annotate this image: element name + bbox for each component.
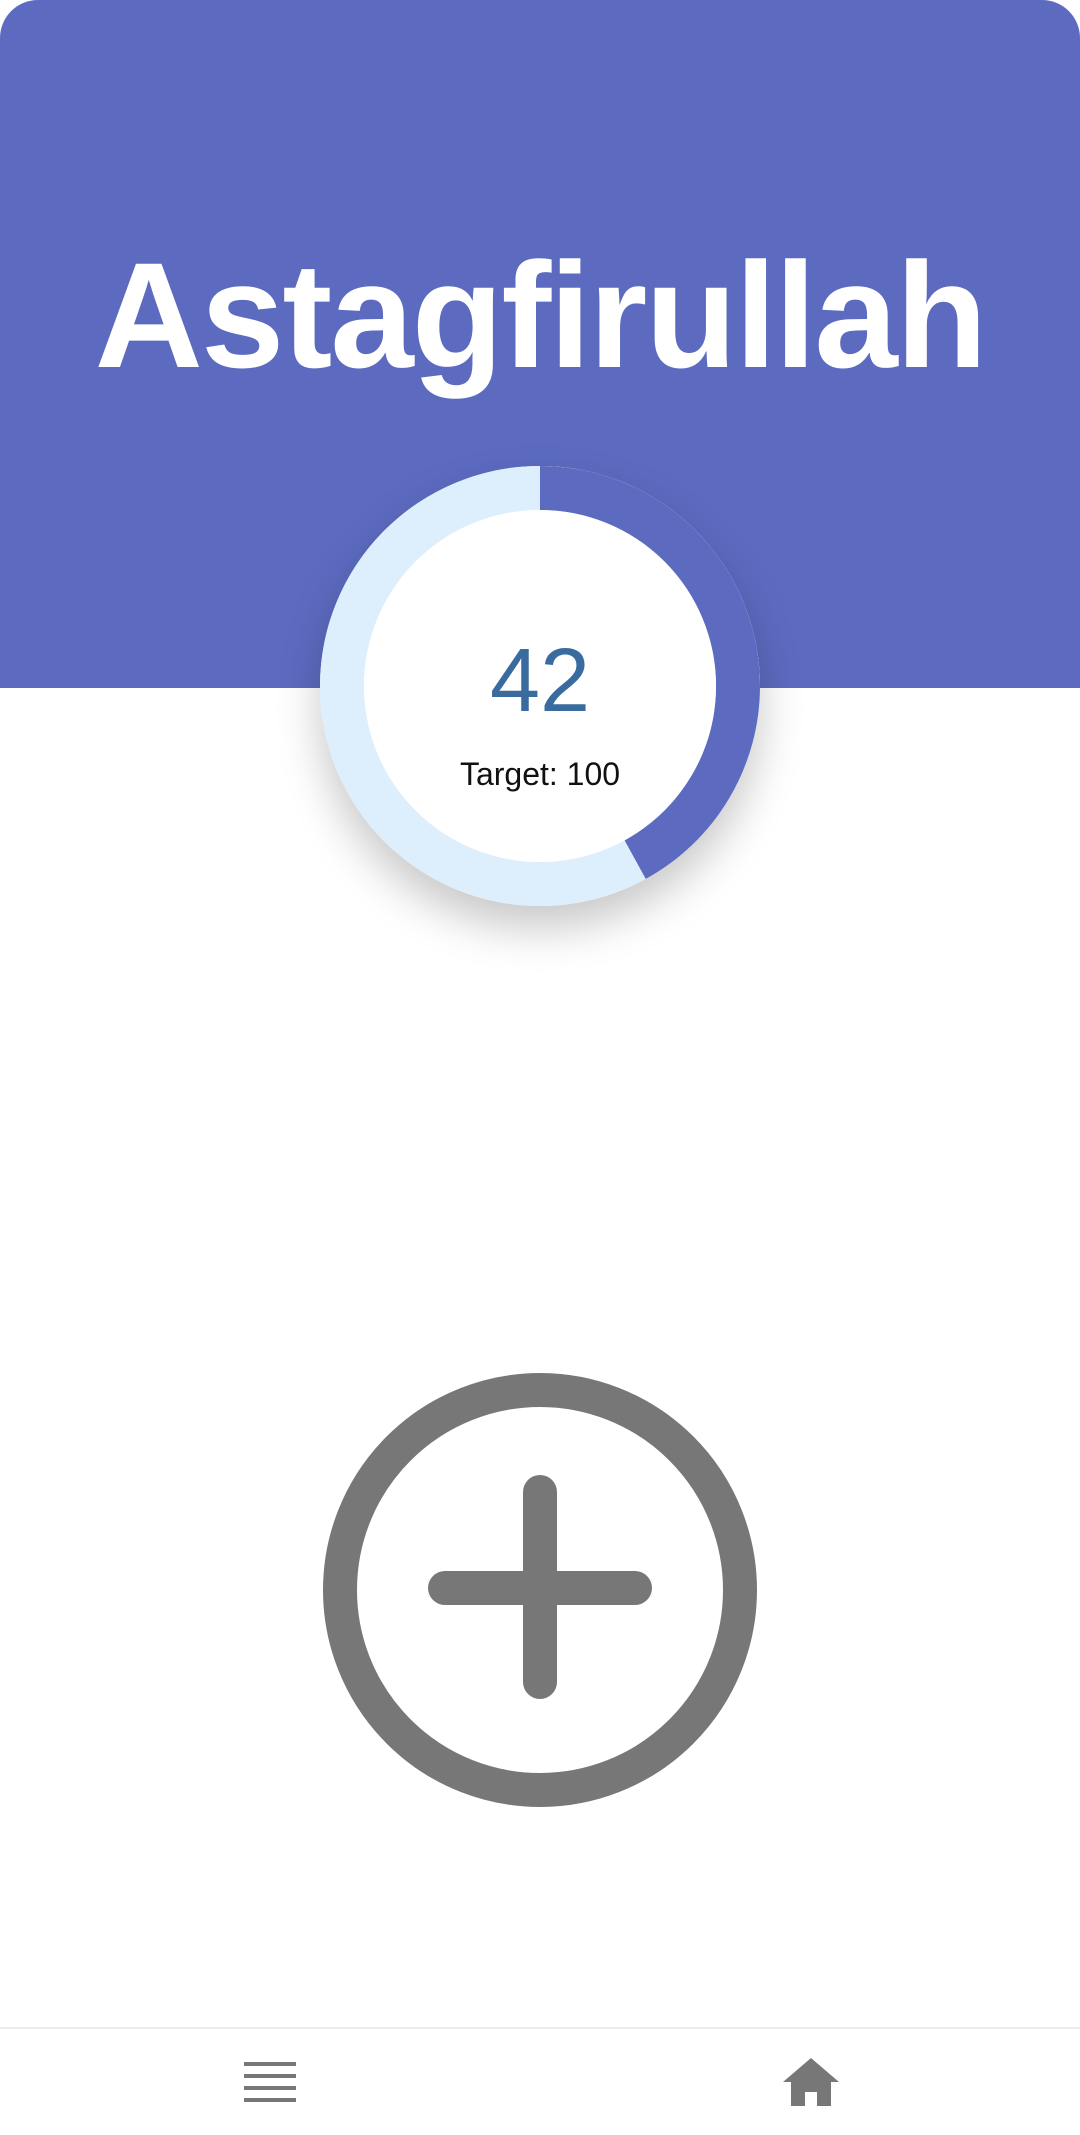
menu-button[interactable] xyxy=(210,2029,330,2135)
app-screen: Astagfirullah 42 Target: 100 xyxy=(0,0,1080,2135)
increment-button[interactable] xyxy=(320,1372,760,1812)
plus-circle-icon xyxy=(323,1373,757,1807)
count-value: 42 xyxy=(489,631,591,731)
dhikr-title: Astagfirullah xyxy=(94,231,988,399)
home-icon xyxy=(783,2058,839,2106)
target-label: Target: 100 xyxy=(459,756,621,792)
counter-display: 42 Target: 100 xyxy=(320,466,760,906)
home-button[interactable] xyxy=(751,2029,871,2135)
menu-icon xyxy=(244,2062,296,2102)
bottom-navigation xyxy=(0,2027,1080,2135)
